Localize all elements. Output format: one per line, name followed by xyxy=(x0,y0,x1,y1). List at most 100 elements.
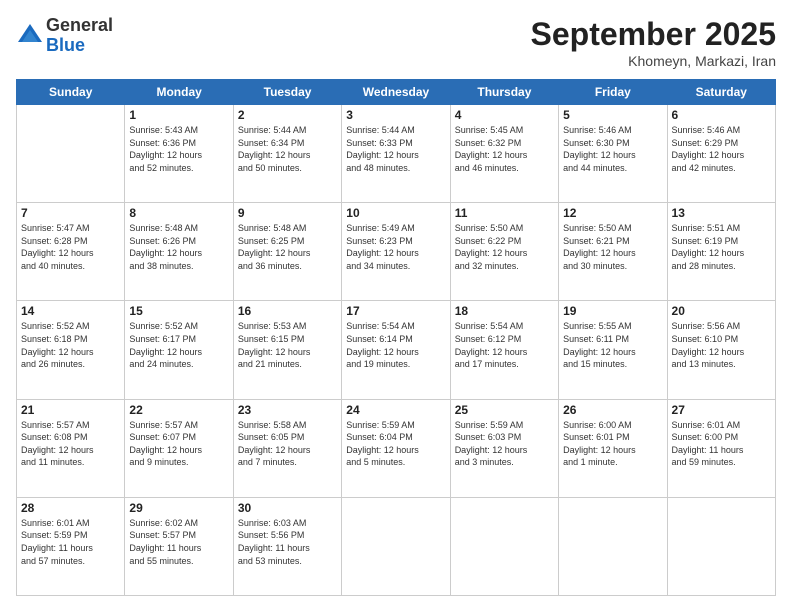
day-number: 14 xyxy=(21,304,120,318)
day-number: 29 xyxy=(129,501,228,515)
calendar-cell: 3Sunrise: 5:44 AM Sunset: 6:33 PM Daylig… xyxy=(342,105,450,203)
cell-info: Sunrise: 5:54 AM Sunset: 6:14 PM Dayligh… xyxy=(346,320,445,370)
cell-info: Sunrise: 5:55 AM Sunset: 6:11 PM Dayligh… xyxy=(563,320,662,370)
calendar-cell: 26 Sunrise: 6:00 AM Sunset: 6:01 PM Dayli… xyxy=(559,399,667,497)
calendar-cell: 8Sunrise: 5:48 AM Sunset: 6:26 PM Daylig… xyxy=(125,203,233,301)
calendar-cell: 13 Sunrise: 5:51 AM Sunset: 6:19 PM Dayli… xyxy=(667,203,775,301)
day-number: 16 xyxy=(238,304,337,318)
cell-info: Sunrise: 5:49 AM Sunset: 6:23 PM Dayligh… xyxy=(346,222,445,272)
day-number: 2 xyxy=(238,108,337,122)
cell-info: Sunrise: 5:53 AM Sunset: 6:15 PM Dayligh… xyxy=(238,320,337,370)
cell-info: Sunrise: 5:44 AM Sunset: 6:34 PM Dayligh… xyxy=(238,124,337,174)
calendar-cell: 24 Sunrise: 5:59 AM Sunset: 6:04 PM Dayli… xyxy=(342,399,450,497)
week-row-5: 28Sunrise: 6:01 AM Sunset: 5:59 PM Dayli… xyxy=(17,497,776,595)
day-number: 13 xyxy=(672,206,771,220)
day-number: 22 xyxy=(129,403,228,417)
calendar-cell: 22 Sunrise: 5:57 AM Sunset: 6:07 PM Dayli… xyxy=(125,399,233,497)
calendar-cell: 25 Sunrise: 5:59 AM Sunset: 6:03 PM Dayli… xyxy=(450,399,558,497)
col-header-saturday: Saturday xyxy=(667,80,775,105)
day-number: 18 xyxy=(455,304,554,318)
cell-info: Sunrise: 5:57 AM Sunset: 6:08 PM Dayligh… xyxy=(21,419,120,469)
cell-info: Sunrise: 5:59 AM Sunset: 6:03 PM Dayligh… xyxy=(455,419,554,469)
calendar-cell: 5Sunrise: 5:46 AM Sunset: 6:30 PM Daylig… xyxy=(559,105,667,203)
calendar-cell: 18 Sunrise: 5:54 AM Sunset: 6:12 PM Dayli… xyxy=(450,301,558,399)
header-row: SundayMondayTuesdayWednesdayThursdayFrid… xyxy=(17,80,776,105)
cell-info: Sunrise: 5:54 AM Sunset: 6:12 PM Dayligh… xyxy=(455,320,554,370)
calendar-table: SundayMondayTuesdayWednesdayThursdayFrid… xyxy=(16,79,776,596)
day-number: 9 xyxy=(238,206,337,220)
calendar-cell xyxy=(667,497,775,595)
week-row-4: 21 Sunrise: 5:57 AM Sunset: 6:08 PM Dayli… xyxy=(17,399,776,497)
day-number: 24 xyxy=(346,403,445,417)
cell-info: Sunrise: 5:48 AM Sunset: 6:25 PM Dayligh… xyxy=(238,222,337,272)
day-number: 19 xyxy=(563,304,662,318)
calendar-cell: 7Sunrise: 5:47 AM Sunset: 6:28 PM Daylig… xyxy=(17,203,125,301)
cell-info: Sunrise: 6:02 AM Sunset: 5:57 PM Dayligh… xyxy=(129,517,228,567)
calendar-cell: 21 Sunrise: 5:57 AM Sunset: 6:08 PM Dayli… xyxy=(17,399,125,497)
cell-info: Sunrise: 5:50 AM Sunset: 6:22 PM Dayligh… xyxy=(455,222,554,272)
header: General Blue September 2025 Khomeyn, Mar… xyxy=(16,16,776,69)
day-number: 25 xyxy=(455,403,554,417)
day-number: 11 xyxy=(455,206,554,220)
day-number: 7 xyxy=(21,206,120,220)
day-number: 20 xyxy=(672,304,771,318)
calendar-cell: 14 Sunrise: 5:52 AM Sunset: 6:18 PM Dayli… xyxy=(17,301,125,399)
calendar-cell: 16 Sunrise: 5:53 AM Sunset: 6:15 PM Dayli… xyxy=(233,301,341,399)
cell-info: Sunrise: 5:45 AM Sunset: 6:32 PM Dayligh… xyxy=(455,124,554,174)
cell-info: Sunrise: 5:48 AM Sunset: 6:26 PM Dayligh… xyxy=(129,222,228,272)
logo-text: General Blue xyxy=(46,16,113,56)
col-header-friday: Friday xyxy=(559,80,667,105)
calendar-cell: 27 Sunrise: 6:01 AM Sunset: 6:00 PM Dayli… xyxy=(667,399,775,497)
day-number: 27 xyxy=(672,403,771,417)
day-number: 30 xyxy=(238,501,337,515)
calendar-cell xyxy=(342,497,450,595)
calendar-cell: 17Sunrise: 5:54 AM Sunset: 6:14 PM Dayli… xyxy=(342,301,450,399)
calendar-cell: 23Sunrise: 5:58 AM Sunset: 6:05 PM Dayli… xyxy=(233,399,341,497)
day-number: 4 xyxy=(455,108,554,122)
cell-info: Sunrise: 5:58 AM Sunset: 6:05 PM Dayligh… xyxy=(238,419,337,469)
calendar-cell: 20Sunrise: 5:56 AM Sunset: 6:10 PM Dayli… xyxy=(667,301,775,399)
calendar-cell xyxy=(450,497,558,595)
cell-info: Sunrise: 5:57 AM Sunset: 6:07 PM Dayligh… xyxy=(129,419,228,469)
cell-info: Sunrise: 6:00 AM Sunset: 6:01 PM Dayligh… xyxy=(563,419,662,469)
cell-info: Sunrise: 6:01 AM Sunset: 6:00 PM Dayligh… xyxy=(672,419,771,469)
day-number: 6 xyxy=(672,108,771,122)
day-number: 10 xyxy=(346,206,445,220)
cell-info: Sunrise: 5:52 AM Sunset: 6:18 PM Dayligh… xyxy=(21,320,120,370)
cell-info: Sunrise: 6:03 AM Sunset: 5:56 PM Dayligh… xyxy=(238,517,337,567)
logo-general: General xyxy=(46,16,113,36)
cell-info: Sunrise: 5:51 AM Sunset: 6:19 PM Dayligh… xyxy=(672,222,771,272)
day-number: 3 xyxy=(346,108,445,122)
day-number: 26 xyxy=(563,403,662,417)
col-header-thursday: Thursday xyxy=(450,80,558,105)
cell-info: Sunrise: 5:50 AM Sunset: 6:21 PM Dayligh… xyxy=(563,222,662,272)
day-number: 5 xyxy=(563,108,662,122)
day-number: 28 xyxy=(21,501,120,515)
col-header-tuesday: Tuesday xyxy=(233,80,341,105)
calendar-cell: 10 Sunrise: 5:49 AM Sunset: 6:23 PM Dayli… xyxy=(342,203,450,301)
title-block: September 2025 Khomeyn, Markazi, Iran xyxy=(531,16,776,69)
calendar-cell xyxy=(559,497,667,595)
calendar-cell: 30 Sunrise: 6:03 AM Sunset: 5:56 PM Dayli… xyxy=(233,497,341,595)
calendar-cell xyxy=(17,105,125,203)
cell-info: Sunrise: 5:43 AM Sunset: 6:36 PM Dayligh… xyxy=(129,124,228,174)
logo-icon xyxy=(16,22,44,50)
day-number: 1 xyxy=(129,108,228,122)
month-title: September 2025 xyxy=(531,16,776,53)
week-row-1: 1 Sunrise: 5:43 AM Sunset: 6:36 PM Daylig… xyxy=(17,105,776,203)
calendar-cell: 15Sunrise: 5:52 AM Sunset: 6:17 PM Dayli… xyxy=(125,301,233,399)
cell-info: Sunrise: 5:46 AM Sunset: 6:29 PM Dayligh… xyxy=(672,124,771,174)
calendar-cell: 2 Sunrise: 5:44 AM Sunset: 6:34 PM Daylig… xyxy=(233,105,341,203)
week-row-3: 14 Sunrise: 5:52 AM Sunset: 6:18 PM Dayli… xyxy=(17,301,776,399)
col-header-sunday: Sunday xyxy=(17,80,125,105)
cell-info: Sunrise: 5:59 AM Sunset: 6:04 PM Dayligh… xyxy=(346,419,445,469)
logo-blue: Blue xyxy=(46,36,113,56)
col-header-monday: Monday xyxy=(125,80,233,105)
calendar-cell: 19 Sunrise: 5:55 AM Sunset: 6:11 PM Dayli… xyxy=(559,301,667,399)
week-row-2: 7Sunrise: 5:47 AM Sunset: 6:28 PM Daylig… xyxy=(17,203,776,301)
calendar-cell: 11 Sunrise: 5:50 AM Sunset: 6:22 PM Dayli… xyxy=(450,203,558,301)
calendar-cell: 12 Sunrise: 5:50 AM Sunset: 6:21 PM Dayli… xyxy=(559,203,667,301)
day-number: 12 xyxy=(563,206,662,220)
day-number: 21 xyxy=(21,403,120,417)
calendar-cell: 6 Sunrise: 5:46 AM Sunset: 6:29 PM Daylig… xyxy=(667,105,775,203)
